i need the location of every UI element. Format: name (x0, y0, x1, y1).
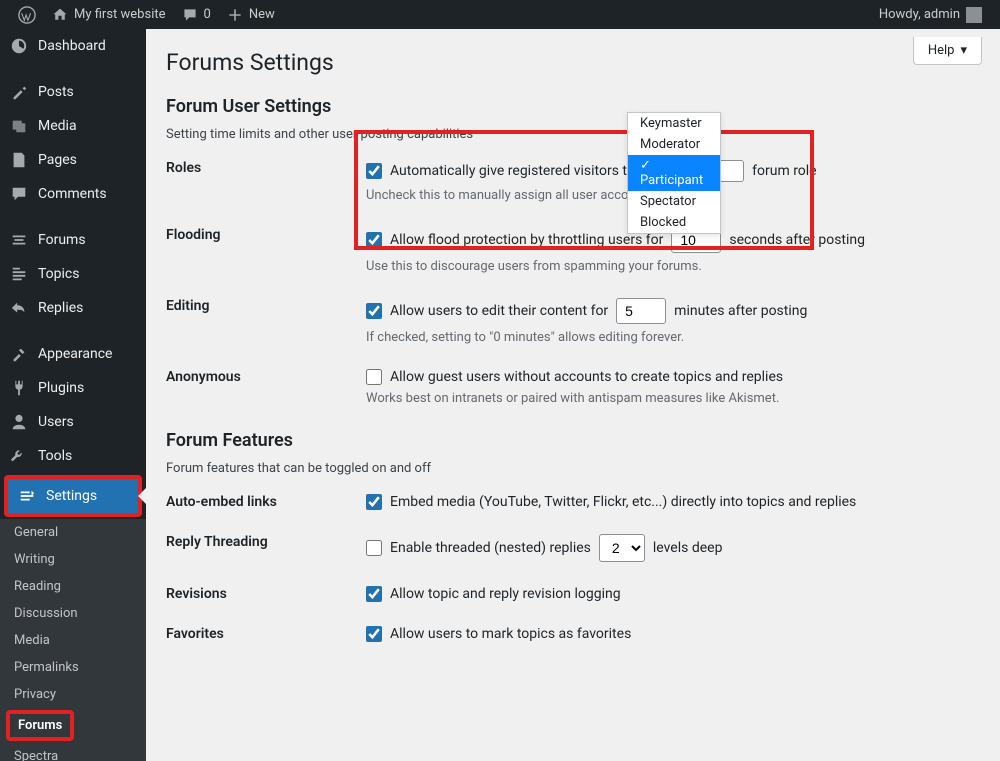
new-link[interactable]: New (219, 0, 283, 29)
comments-link[interactable]: 0 (174, 0, 219, 29)
sidebar-label: Plugins (38, 380, 84, 396)
flooding-help: Use this to discourage users from spammi… (366, 259, 980, 274)
roles-checkbox[interactable] (366, 163, 382, 179)
sidebar-label: Media (38, 118, 77, 134)
roles-dropdown: Keymaster Moderator ✓ Participant Specta… (627, 112, 721, 234)
threading-checkbox[interactable] (366, 540, 382, 556)
help-button[interactable]: Help ▾ (913, 37, 982, 65)
sidebar-label: Forums (38, 232, 86, 248)
sidebar-label: Tools (38, 448, 72, 464)
roles-text-before: Automatically give registered visitors t… (390, 163, 642, 179)
sidebar-item-users[interactable]: Users (0, 405, 146, 439)
revisions-label: Revisions (166, 586, 366, 602)
anonymous-checkbox[interactable] (366, 369, 382, 385)
sidebar-label: Dashboard (38, 38, 106, 54)
threading-text-before: Enable threaded (nested) replies (390, 540, 591, 556)
sidebar-item-pages[interactable]: Pages (0, 143, 146, 177)
wp-logo[interactable] (10, 0, 44, 29)
sidebar-label: Topics (38, 266, 79, 282)
dd-item-blocked[interactable]: Blocked (628, 212, 720, 233)
favorites-text: Allow users to mark topics as favorites (390, 626, 631, 642)
sub-item-general[interactable]: General (0, 519, 146, 546)
my-account[interactable]: Howdy, admin (871, 0, 990, 29)
sub-item-permalinks[interactable]: Permalinks (0, 654, 146, 681)
threading-text-after: levels deep (653, 540, 723, 556)
sidebar-item-tools[interactable]: Tools (0, 439, 146, 473)
section-desc-features: Forum features that can be toggled on an… (166, 461, 980, 476)
chevron-down-icon: ▾ (960, 43, 967, 58)
site-name: My first website (74, 7, 166, 22)
dd-item-keymaster[interactable]: Keymaster (628, 113, 720, 134)
sidebar-item-comments[interactable]: Comments (0, 177, 146, 211)
check-icon: ✓ (640, 158, 651, 173)
flooding-label: Flooding (166, 227, 366, 243)
sub-item-forums[interactable]: Forums (10, 714, 70, 737)
site-name-link[interactable]: My first website (44, 0, 174, 29)
sub-item-privacy[interactable]: Privacy (0, 681, 146, 708)
page-title: Forums Settings (166, 41, 980, 76)
section-heading-user: Forum User Settings (166, 96, 980, 117)
anonymous-help: Works best on intranets or paired with a… (366, 391, 980, 406)
sidebar-item-media[interactable]: Media (0, 109, 146, 143)
sub-item-reading[interactable]: Reading (0, 573, 146, 600)
sidebar-label: Pages (38, 152, 77, 168)
autoembed-checkbox[interactable] (366, 494, 382, 510)
flooding-text-before: Allow flood protection by throttling use… (390, 232, 663, 248)
dd-item-spectator[interactable]: Spectator (628, 191, 720, 212)
comments-count: 0 (204, 7, 211, 22)
sidebar-label: Appearance (38, 346, 112, 362)
admin-topbar: My first website 0 New Howdy, admin (0, 0, 1000, 29)
autoembed-label: Auto-embed links (166, 494, 366, 510)
sub-item-spectra[interactable]: Spectra (0, 743, 146, 761)
favorites-label: Favorites (166, 626, 366, 642)
revisions-text: Allow topic and reply revision logging (390, 586, 621, 602)
sidebar-item-replies[interactable]: Replies (0, 291, 146, 325)
revisions-checkbox[interactable] (366, 586, 382, 602)
sidebar-item-posts[interactable]: Posts (0, 75, 146, 109)
dd-item-moderator[interactable]: Moderator (628, 134, 720, 155)
editing-text-before: Allow users to edit their content for (390, 303, 608, 319)
flooding-text-after: seconds after posting (729, 232, 865, 248)
sub-item-writing[interactable]: Writing (0, 546, 146, 573)
sidebar-label: Users (38, 414, 74, 430)
autoembed-text: Embed media (YouTube, Twitter, Flickr, e… (390, 494, 856, 510)
sidebar-label: Settings (46, 488, 97, 504)
editing-label: Editing (166, 298, 366, 314)
help-label: Help (928, 43, 955, 58)
roles-label: Roles (166, 160, 366, 176)
threading-select[interactable]: 2 (599, 534, 645, 562)
sidebar-item-appearance[interactable]: Appearance (0, 337, 146, 371)
favorites-checkbox[interactable] (366, 626, 382, 642)
sidebar-item-plugins[interactable]: Plugins (0, 371, 146, 405)
anonymous-text: Allow guest users without accounts to cr… (390, 369, 783, 385)
sidebar-item-settings[interactable]: Settings (8, 479, 138, 513)
editing-input[interactable] (616, 298, 666, 324)
sidebar-item-forums[interactable]: Forums (0, 223, 146, 257)
section-desc: Setting time limits and other user posti… (166, 127, 980, 142)
roles-text-after: forum role (752, 163, 816, 179)
editing-help: If checked, setting to "0 minutes" allow… (366, 330, 980, 345)
sidebar-label: Comments (38, 186, 107, 202)
dd-label: Participant (640, 173, 703, 188)
sub-item-media[interactable]: Media (0, 627, 146, 654)
threading-label: Reply Threading (166, 534, 366, 550)
editing-text-after: minutes after posting (674, 303, 807, 319)
avatar (966, 7, 982, 23)
sub-item-discussion[interactable]: Discussion (0, 600, 146, 627)
new-label: New (249, 7, 275, 22)
flooding-checkbox[interactable] (366, 232, 382, 248)
main-content: Help ▾ Forums Settings Forum User Setting… (146, 29, 1000, 761)
editing-checkbox[interactable] (366, 303, 382, 319)
sidebar-label: Posts (38, 84, 74, 100)
howdy-text: Howdy, admin (879, 7, 960, 22)
section-heading-features: Forum Features (166, 430, 980, 451)
admin-sidebar: Dashboard Posts Media Pages Comments For… (0, 29, 146, 761)
anonymous-label: Anonymous (166, 369, 366, 385)
dd-item-participant[interactable]: ✓ Participant (628, 155, 720, 191)
sidebar-label: Replies (38, 300, 83, 316)
sidebar-item-dashboard[interactable]: Dashboard (0, 29, 146, 63)
settings-submenu: General Writing Reading Discussion Media… (0, 519, 146, 761)
sidebar-item-topics[interactable]: Topics (0, 257, 146, 291)
